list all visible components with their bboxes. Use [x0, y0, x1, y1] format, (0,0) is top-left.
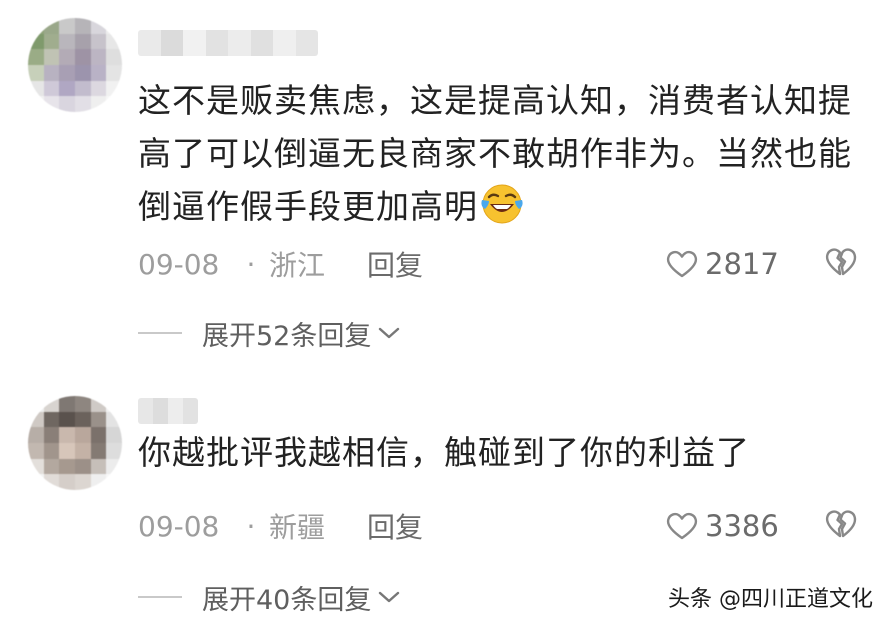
like-button[interactable]: 3386	[665, 509, 779, 543]
comment-region: 浙江	[269, 249, 326, 282]
separator-dot: ·	[246, 247, 256, 281]
comment-date: 09-08	[138, 509, 220, 543]
broken-heart-icon[interactable]	[824, 246, 858, 278]
broken-heart-icon[interactable]	[824, 508, 858, 540]
avatar[interactable]	[28, 18, 122, 112]
expand-replies-label: 展开52条回复	[202, 320, 372, 352]
comment-text-line: 这不是贩卖焦虑，这是提高认知，消费者认知提	[138, 81, 852, 120]
comment-text: 这不是贩卖焦虑，这是提高认知，消费者认知提 高了可以倒逼无良商家不敢胡作非为。当…	[138, 74, 868, 233]
separator-dot: ·	[246, 509, 256, 543]
username-blurred[interactable]	[138, 30, 318, 56]
avatar[interactable]	[28, 396, 122, 490]
expand-replies-button[interactable]: 展开52条回复	[138, 313, 401, 353]
heart-outline-icon	[666, 512, 698, 540]
expand-replies-label: 展开40条回复	[202, 584, 372, 616]
chevron-down-icon	[379, 591, 400, 603]
expand-divider	[138, 332, 182, 334]
laughing-tears-emoji	[481, 184, 523, 224]
comment-date: 09-08	[138, 247, 220, 281]
like-count: 3386	[705, 509, 779, 543]
comment-text-line: 你越批评我越相信，触碰到了你的利益了	[138, 433, 750, 472]
comment-meta: 09-08 · 新疆 回复 3386	[138, 506, 868, 546]
reply-button[interactable]: 回复	[367, 244, 423, 284]
username-blurred[interactable]	[138, 398, 198, 424]
expand-replies-button[interactable]: 展开40条回复	[138, 577, 401, 617]
comment-text-line: 倒逼作假手段更加高明	[138, 180, 868, 233]
reply-button[interactable]: 回复	[367, 506, 423, 546]
comment-text: 你越批评我越相信，触碰到了你的利益了	[138, 426, 868, 479]
comment-meta: 09-08 · 浙江 回复 2817	[138, 244, 868, 284]
like-count: 2817	[705, 247, 779, 281]
heart-outline-icon	[666, 250, 698, 278]
watermark: 头条 @四川正道文化	[668, 587, 873, 612]
expand-divider	[138, 596, 182, 598]
chevron-down-icon	[379, 327, 400, 339]
comment-text-line: 高了可以倒逼无良商家不敢胡作非为。当然也能	[138, 134, 852, 173]
like-button[interactable]: 2817	[665, 247, 779, 281]
comment-region: 新疆	[269, 511, 326, 544]
